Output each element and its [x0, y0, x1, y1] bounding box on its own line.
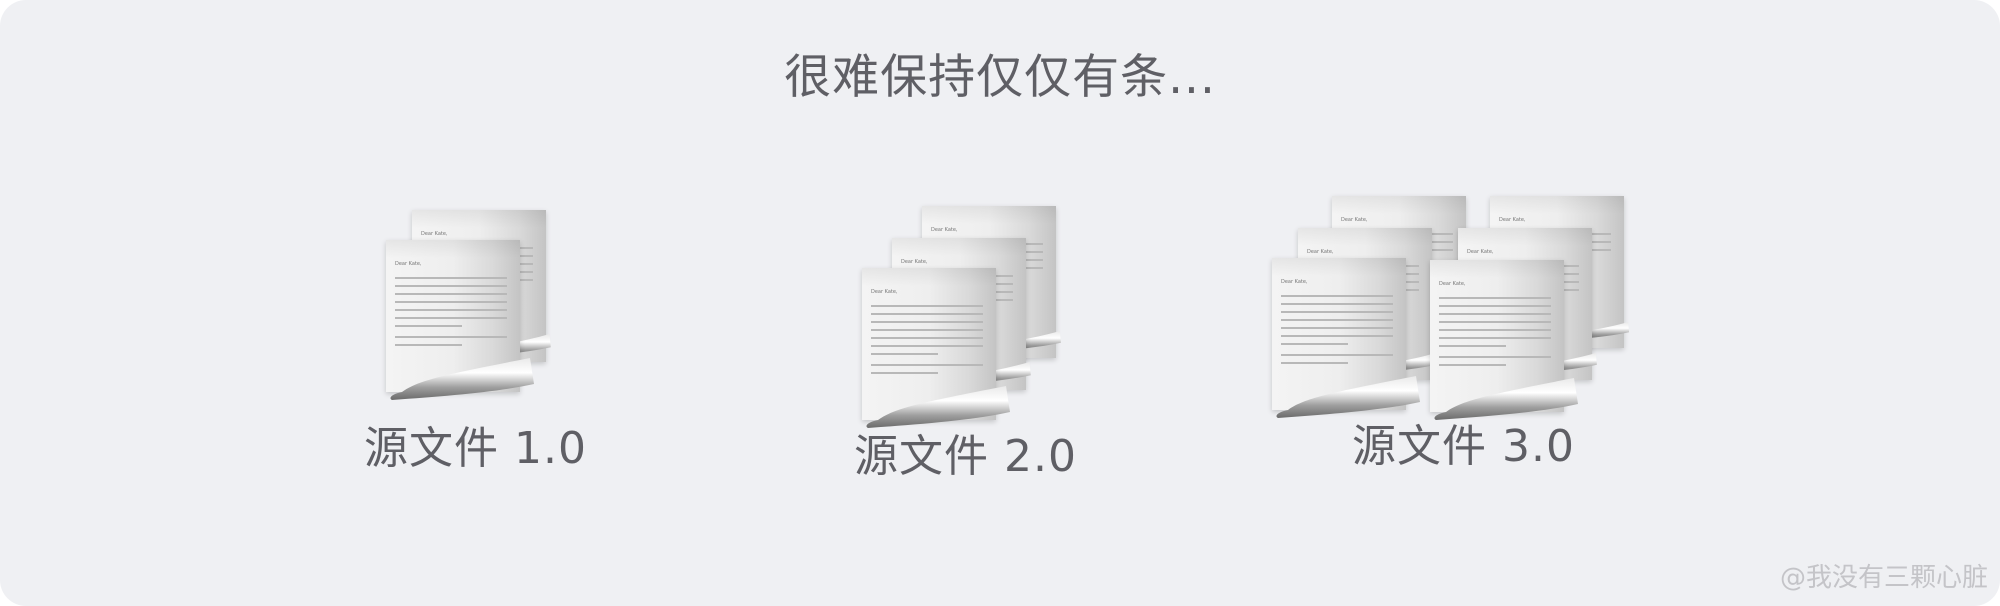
watermark: @我没有三颗心脏 [1779, 563, 1988, 593]
caption-v2: 源文件 2.0 [854, 431, 1077, 482]
document-page: Dear Kate, [862, 268, 1010, 428]
document-greeting: Dear Kate, [1439, 281, 1466, 287]
document-greeting: Dear Kate, [421, 231, 448, 237]
document-greeting: Dear Kate, [1307, 249, 1334, 255]
caption-v1: 源文件 1.0 [364, 423, 587, 474]
diagram-panel: 很难保持仅仅有条... Dear Kate, Dear Kate, Dear K… [0, 0, 2000, 606]
document-greeting: Dear Kate, [901, 259, 928, 265]
document-greeting: Dear Kate, [1281, 279, 1308, 285]
document-greeting: Dear Kate, [1341, 217, 1368, 223]
document-page: Dear Kate, [1430, 260, 1578, 420]
document-greeting: Dear Kate, [871, 289, 898, 295]
page-curl-icon [390, 358, 534, 400]
document-greeting: Dear Kate, [931, 227, 958, 233]
document-page: Dear Kate, [386, 240, 534, 400]
diagram-title: 很难保持仅仅有条... [784, 50, 1216, 105]
document-greeting: Dear Kate, [1467, 249, 1494, 255]
caption-v3: 源文件 3.0 [1352, 421, 1575, 472]
document-greeting: Dear Kate, [395, 261, 422, 267]
document-page: Dear Kate, [1272, 258, 1420, 418]
document-greeting: Dear Kate, [1499, 217, 1526, 223]
